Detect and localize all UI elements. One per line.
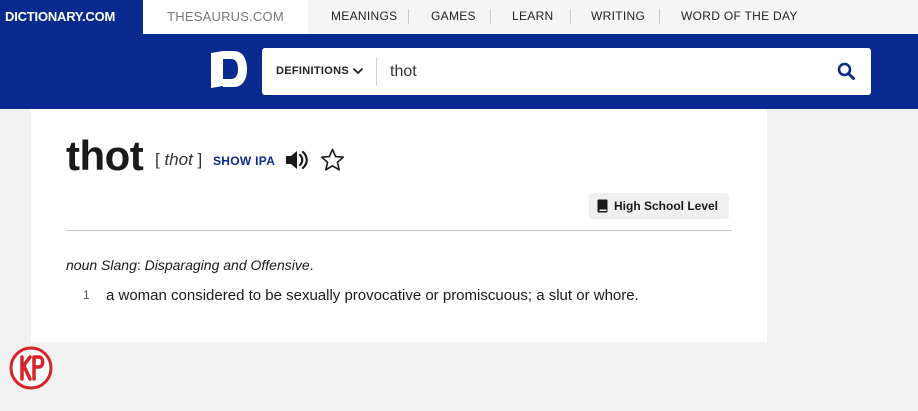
top-navigation: DICTIONARY.COM THESAURUS.COM MEANINGS GA… [0,0,918,34]
register-label: Slang [97,257,137,273]
nav-separator [570,9,571,24]
nav-games[interactable]: GAMES [431,0,476,34]
search-input[interactable]: thot [390,48,417,95]
usage-note: Disparaging and Offensive [144,257,310,273]
dictionary-logo-icon[interactable] [210,49,248,89]
part-of-speech-line: noun Slang: Disparaging and Offensive. [66,257,314,273]
show-ipa-button[interactable]: SHOW IPA [213,154,275,168]
headword: thot [66,132,144,179]
kp-watermark-logo [9,346,53,390]
pron-spelling: thot [164,150,193,169]
search-mode-dropdown[interactable]: DEFINITIONS [276,48,349,95]
divider [66,230,732,231]
search-bar: DEFINITIONS thot [262,48,871,95]
nav-separator [408,9,409,24]
nav-meanings[interactable]: MEANINGS [331,0,397,34]
definition-text: a woman considered to be sexually provoc… [106,287,639,304]
chevron-down-icon[interactable] [352,65,364,77]
nav-links: MEANINGS GAMES LEARN WRITING WORD OF THE… [308,0,918,34]
book-icon [597,199,608,213]
dictionary-tab[interactable]: DICTIONARY.COM [0,0,143,34]
search-divider [376,57,377,86]
favorite-star-icon[interactable] [320,148,345,172]
pronunciation: [ thot ] [155,150,202,170]
nav-word-of-the-day[interactable]: WORD OF THE DAY [681,0,798,34]
definition-number: 1 [83,288,90,302]
level-label: High School Level [614,199,719,213]
pron-bracket-close: ] [192,150,203,169]
nav-writing[interactable]: WRITING [591,0,645,34]
thesaurus-tab[interactable]: THESAURUS.COM [143,0,308,34]
period: . [309,257,314,273]
nav-learn[interactable]: LEARN [512,0,554,34]
nav-separator [490,9,491,24]
colon: : [136,257,145,273]
entry-card: thot [ thot ] SHOW IPA High School Level… [31,109,767,342]
difficulty-level-badge[interactable]: High School Level [589,193,729,219]
nav-separator [659,9,660,24]
part-of-speech[interactable]: noun [66,257,97,273]
speaker-icon[interactable] [285,149,309,171]
search-icon[interactable] [837,62,855,80]
